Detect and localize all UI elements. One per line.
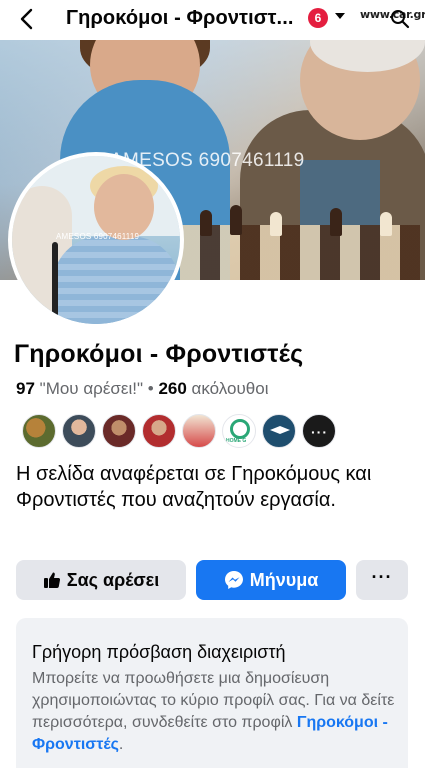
friend-avatar[interactable]: HOME G [222,414,256,448]
notification-badge[interactable]: 6 [308,8,328,28]
admin-card-title: Γρήγορη πρόσβαση διαχειριστή [32,642,286,662]
page-title-bar: Γηροκόμοι - Φροντιστ... [66,7,294,29]
dropdown-caret-icon[interactable] [335,13,345,19]
avatar-watermark: AMESOS 6907461119 [56,232,140,241]
messenger-icon [224,571,243,589]
followers-count[interactable]: 260 [158,379,186,398]
message-button-label: Μήνυμα [249,569,319,590]
friend-badge-text: HOME G [226,438,247,444]
likes-count[interactable]: 97 [16,379,35,398]
message-button[interactable]: Μήνυμα [196,560,346,600]
friend-avatar[interactable] [142,414,176,448]
more-options-icon: ··· [371,566,393,587]
followers-label[interactable]: ακόλουθοι [192,379,269,398]
like-button[interactable]: Σας αρέσει [16,560,186,600]
like-button-label: Σας αρέσει [66,569,160,590]
thumbs-up-icon [43,572,60,588]
page-name: Γηροκόμοι - Φροντιστές [14,340,304,368]
friend-avatar[interactable] [22,414,56,448]
friend-avatar[interactable] [262,414,296,448]
admin-card-body: Μπορείτε να προωθήσετε μια δημοσίευση χρ… [32,668,400,756]
page-about: Η σελίδα αναφέρεται σε Γηροκόμους και Φρ… [16,463,372,511]
admin-card-suffix: . [118,736,124,753]
friend-avatar[interactable] [182,414,216,448]
likes-label[interactable]: "Μου αρέσει!" [40,379,143,398]
friend-avatar[interactable] [102,414,136,448]
stats-separator: • [147,379,154,398]
friends-who-like[interactable]: HOME G ··· [22,414,342,450]
profile-picture[interactable]: AMESOS 6907461119 [8,152,184,328]
page-stats: 97 "Μου αρέσει!" • 260 ακόλουθοι [16,379,268,399]
search-icon[interactable] [390,9,410,29]
top-bar: Γηροκόμοι - Φροντιστ... 6 www.car.gr [0,0,425,40]
more-options-button[interactable]: ··· [356,560,408,600]
admin-quick-access-card: Γρήγορη πρόσβαση διαχειριστή Μπορείτε να… [16,618,408,768]
friend-avatar[interactable] [62,414,96,448]
friend-avatar[interactable]: ··· [302,414,336,448]
graduation-cap-icon [270,426,290,434]
back-arrow-icon[interactable] [14,6,38,32]
more-dots-icon: ··· [311,424,328,440]
